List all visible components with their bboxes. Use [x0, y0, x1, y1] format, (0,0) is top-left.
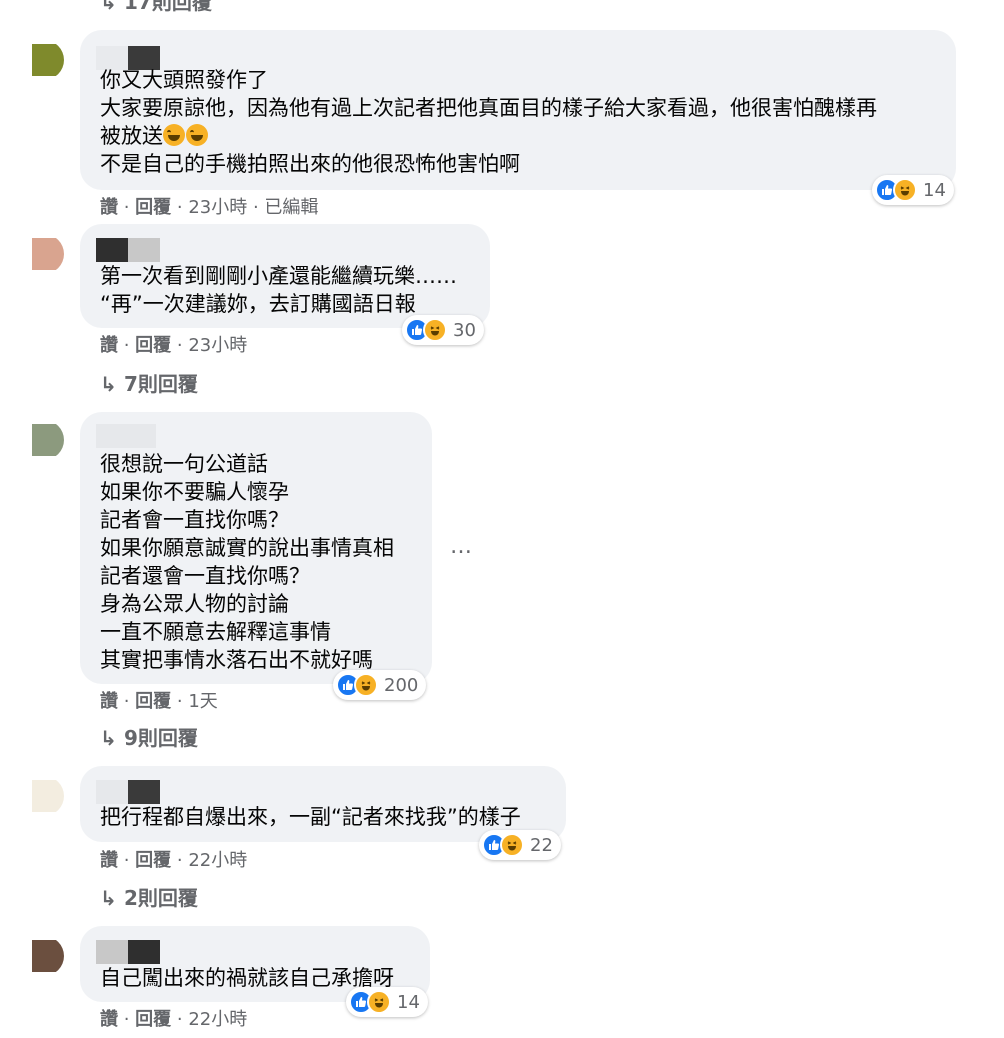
separator: · [171, 335, 189, 356]
reply-arrow-icon: ↳ [100, 726, 117, 750]
comment-text: 記者會一直找你嗎？ [100, 508, 289, 532]
haha-icon [893, 178, 917, 202]
author-name-redacted [96, 238, 130, 262]
view-replies-link[interactable]: ↳ 7則回覆 [100, 368, 198, 397]
reaction-count: 14 [923, 179, 946, 201]
reply-arrow-icon: ↳ [100, 0, 117, 14]
separator: · [171, 850, 189, 871]
separator: · [118, 850, 136, 871]
comment-text: 很想說一句公道話 [100, 452, 268, 476]
comment-text: 如果你願意誠實的說出事情真相 [100, 536, 394, 560]
laughing-emoji-icon [163, 124, 185, 146]
haha-icon [354, 673, 378, 697]
separator: · [118, 197, 136, 218]
like-button[interactable]: 讚 [100, 335, 118, 356]
author-name-redacted [128, 940, 160, 964]
reaction-count: 200 [384, 674, 419, 696]
reply-button[interactable]: 回覆 [135, 197, 171, 218]
reply-button[interactable]: 回覆 [135, 335, 171, 356]
haha-icon [500, 833, 524, 857]
laughing-emoji-icon [186, 124, 208, 146]
comment-text: 不是自己的手機拍照出來的他很恐怖他害怕啊 [100, 152, 520, 176]
separator: · [171, 691, 189, 712]
author-name[interactable] [128, 238, 160, 262]
separator: · [171, 1009, 189, 1030]
edited-label: 已編輯 [264, 197, 319, 218]
comment-text: 自己闖出來的禍就該自己承擔呀 [100, 966, 394, 990]
reply-button[interactable]: 回覆 [135, 850, 171, 871]
timestamp[interactable]: 22小時 [188, 1009, 247, 1030]
avatar[interactable] [24, 234, 64, 274]
separator: · [118, 691, 136, 712]
comment-text: 記者還會一直找你嗎？ [100, 564, 310, 588]
comment-actions: 讚 · 回覆 · 23小時 [100, 331, 247, 357]
comment-text: 把行程都自爆出來，一副“記者來找我”的樣子 [100, 805, 521, 829]
reaction-count: 22 [530, 834, 553, 856]
like-button[interactable]: 讚 [100, 197, 118, 218]
more-options-icon[interactable]: … [450, 534, 473, 559]
author-name[interactable] [96, 424, 156, 448]
timestamp[interactable]: 23小時 [188, 335, 247, 356]
comment-text: 第一次看到剛剛小產還能繼續玩樂…… [100, 264, 457, 288]
comment-actions: 讚 · 回覆 · 23小時 · 已編輯 [100, 193, 318, 219]
comment-text: 身為公眾人物的討論 [100, 592, 289, 616]
reaction-summary[interactable]: 14 [872, 175, 954, 205]
avatar[interactable] [24, 40, 64, 80]
haha-icon [367, 990, 391, 1014]
author-name[interactable] [96, 780, 130, 804]
timestamp[interactable]: 23小時 [188, 197, 247, 218]
reaction-summary[interactable]: 22 [479, 830, 561, 860]
comment-actions: 讚 · 回覆 · 22小時 [100, 846, 247, 872]
author-name[interactable] [96, 940, 130, 964]
reply-arrow-icon: ↳ [100, 372, 117, 396]
comment-text: 被放送 [100, 122, 209, 150]
separator: · [118, 1009, 136, 1030]
comment-actions: 讚 · 回覆 · 1天 [100, 687, 218, 713]
comment-text: 如果你不要騙人懷孕 [100, 480, 289, 504]
comment-text: 你又大頭照發作了 [100, 68, 268, 92]
view-replies-link[interactable]: ↳ 17則回覆 [100, 0, 212, 15]
reply-button[interactable]: 回覆 [135, 691, 171, 712]
reply-button[interactable]: 回覆 [135, 1009, 171, 1030]
reaction-summary[interactable]: 30 [402, 315, 484, 345]
comment-text: 一直不願意去解釋這事情 [100, 620, 331, 644]
separator: · [247, 197, 265, 218]
comment-text: 其實把事情水落石出不就好嗎 [100, 648, 373, 672]
haha-icon [423, 318, 447, 342]
like-button[interactable]: 讚 [100, 1009, 118, 1030]
comment-text: “再”一次建議妳，去訂購國語日報 [100, 292, 416, 316]
avatar[interactable] [24, 936, 64, 976]
timestamp[interactable]: 1天 [188, 691, 217, 712]
separator: · [118, 335, 136, 356]
view-replies-link[interactable]: ↳ 2則回覆 [100, 882, 198, 911]
reaction-count: 14 [397, 991, 420, 1013]
reply-arrow-icon: ↳ [100, 886, 117, 910]
reaction-summary[interactable]: 200 [333, 670, 427, 700]
comment-actions: 讚 · 回覆 · 22小時 [100, 1005, 247, 1031]
like-button[interactable]: 讚 [100, 691, 118, 712]
avatar[interactable] [24, 420, 64, 460]
timestamp[interactable]: 22小時 [188, 850, 247, 871]
reaction-summary[interactable]: 14 [346, 987, 428, 1017]
like-button[interactable]: 讚 [100, 850, 118, 871]
view-replies-link[interactable]: ↳ 9則回覆 [100, 722, 198, 751]
author-name-redacted [128, 780, 160, 804]
reaction-count: 30 [453, 319, 476, 341]
separator: · [171, 197, 189, 218]
comment-text: 大家要原諒他，因為他有過上次記者把他真面目的樣子給大家看過，他很害怕醜樣再 [100, 96, 877, 120]
avatar[interactable] [24, 776, 64, 816]
